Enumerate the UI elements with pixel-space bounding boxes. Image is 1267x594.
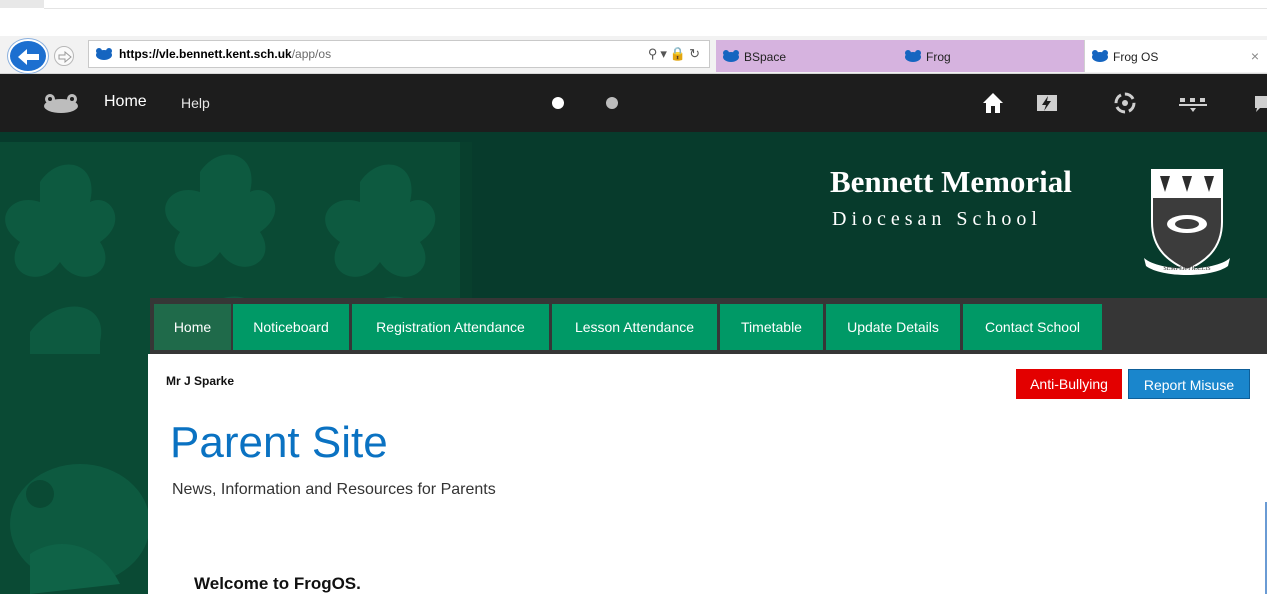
nav-item-update-details[interactable]: Update Details <box>826 304 960 350</box>
lock-icon[interactable]: 🔒 <box>670 46 689 61</box>
browser-toolbar: https://vle.bennett.kent.sch.uk/app/os ⚲… <box>0 36 1267 74</box>
divider <box>44 8 1267 9</box>
nav-item-lesson-attendance[interactable]: Lesson Attendance <box>552 304 717 350</box>
page-dot[interactable] <box>606 97 618 109</box>
school-name: Bennett Memorial <box>830 164 1072 199</box>
main-nav: Home Noticeboard Registration Attendance… <box>150 298 1267 354</box>
nav-item-registration-attendance[interactable]: Registration Attendance <box>352 304 549 350</box>
chat-icon[interactable] <box>1252 90 1267 116</box>
tab-bspace[interactable]: BSpace <box>716 40 898 72</box>
page-subtitle: News, Information and Resources for Pare… <box>172 481 496 498</box>
url-host: https://vle.bennett.kent.sch.uk <box>119 47 292 61</box>
back-button[interactable] <box>8 39 48 73</box>
left-decoration-column <box>0 354 148 594</box>
forward-arrow-icon <box>58 51 72 63</box>
nav-item-timetable[interactable]: Timetable <box>720 304 823 350</box>
frog-favicon-icon <box>905 50 921 62</box>
welcome-heading: Welcome to FrogOS. <box>194 574 361 593</box>
window-top-strip <box>0 0 1267 36</box>
lightning-icon[interactable] <box>1034 90 1060 116</box>
nav-item-home[interactable]: Home <box>154 304 231 350</box>
forward-button[interactable] <box>54 46 74 66</box>
nav-item-contact-school[interactable]: Contact School <box>963 304 1102 350</box>
tab-frog-os[interactable]: Frog OS × <box>1084 40 1267 72</box>
tab-frog[interactable]: Frog <box>898 40 1084 72</box>
frog-pattern-decoration <box>10 464 148 594</box>
dropdown-icon[interactable]: ▾ <box>660 46 670 61</box>
sync-icon[interactable] <box>1176 90 1212 116</box>
crest-motto: SEMPER FIDELIS <box>1163 266 1210 272</box>
close-tab-icon[interactable]: × <box>1251 48 1259 64</box>
frog-os-bar: Home Help <box>0 74 1267 132</box>
back-arrow-icon <box>18 49 39 65</box>
user-name: Mr J Sparke <box>166 374 235 388</box>
report-misuse-button[interactable]: Report Misuse <box>1128 369 1250 399</box>
frog-logo-icon[interactable] <box>40 93 82 113</box>
nav-item-noticeboard[interactable]: Noticeboard <box>233 304 349 350</box>
school-subtitle: Diocesan School <box>832 208 1042 230</box>
frog-help-link[interactable]: Help <box>181 95 210 111</box>
home-icon[interactable] <box>980 90 1006 116</box>
search-icon[interactable]: ⚲ <box>648 46 661 61</box>
tab-label: Frog OS <box>1113 50 1159 64</box>
school-crest-logo: SEMPER FIDELIS <box>1144 169 1230 275</box>
page-title: Parent Site <box>170 418 388 467</box>
frog-favicon-icon <box>723 50 739 62</box>
page-dot-active[interactable] <box>552 97 564 109</box>
main-content: Mr J Sparke Anti-Bullying Report Misuse … <box>148 354 1267 594</box>
refresh-icon[interactable]: ↻ <box>689 46 703 61</box>
frog-favicon-icon <box>1092 50 1108 62</box>
anti-bullying-button[interactable]: Anti-Bullying <box>1016 369 1122 399</box>
url-path: /app/os <box>291 47 332 61</box>
window-corner <box>0 0 44 8</box>
url-text[interactable]: https://vle.bennett.kent.sch.uk/app/os <box>119 47 331 61</box>
address-bar[interactable]: https://vle.bennett.kent.sch.uk/app/os ⚲… <box>88 40 710 68</box>
spiral-icon[interactable] <box>1112 90 1138 116</box>
tab-label: BSpace <box>744 50 787 64</box>
address-actions: ⚲▾🔒↻ <box>648 46 703 62</box>
frog-favicon-icon <box>96 48 112 60</box>
frog-home-link[interactable]: Home <box>104 93 147 111</box>
tab-label: Frog <box>926 50 951 64</box>
